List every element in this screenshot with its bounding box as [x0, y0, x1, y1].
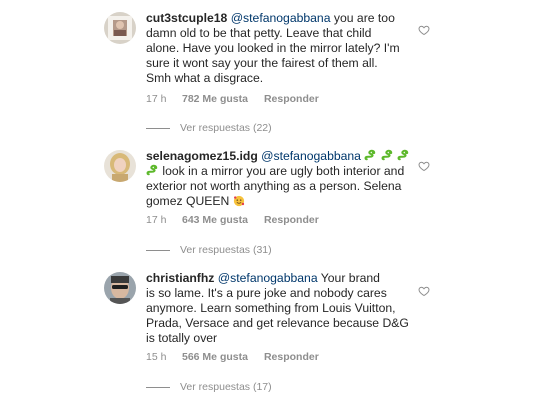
avatar[interactable] [104, 272, 136, 304]
sunglasses-portrait-photo-icon [104, 272, 136, 304]
comment-body: alone. Have you looked in the mirror lat… [146, 41, 400, 55]
snake-emoji-icon [146, 164, 158, 176]
view-replies-button[interactable]: Ver respuestas (22) [146, 121, 272, 135]
timestamp: 17 h [146, 214, 167, 226]
comment-meta: 17 h 643 Me gusta Responder [146, 213, 319, 227]
heart-icon[interactable] [418, 285, 430, 297]
view-replies-button[interactable]: Ver respuestas (31) [146, 243, 272, 257]
reply-button[interactable]: Responder [264, 213, 319, 227]
snake-emoji-icon [364, 149, 376, 161]
comment-meta: 17 h 782 Me gusta Responder [146, 92, 319, 106]
smiling-face-hearts-emoji-icon [233, 195, 244, 207]
portrait-photo-icon [104, 12, 136, 44]
comment-body: Your brand [317, 271, 380, 285]
comment-body: damn old to be that petty. Leave that ch… [146, 26, 372, 40]
reply-button[interactable]: Responder [264, 350, 319, 364]
comment-text: cut3stcuple18 @stefanogabbana you are to… [146, 11, 408, 86]
divider-dash [146, 249, 170, 251]
comment-body: is so lame. It's a pure joke and nobody … [146, 286, 387, 300]
comment-body: Prada, Versace and get relevance because… [146, 316, 409, 330]
timestamp: 17 h [146, 93, 167, 105]
username[interactable]: christianfhz [146, 271, 214, 285]
comment-body: anymore. Learn something from Louis Vuit… [146, 301, 396, 315]
view-replies-button[interactable]: Ver respuestas (17) [146, 380, 272, 394]
view-replies-label: Ver respuestas (22) [180, 122, 272, 134]
mention-link[interactable]: @stefanogabbana [231, 11, 331, 25]
mention-link[interactable]: @stefanogabbana [218, 271, 318, 285]
comment-body: sure it wont say your the fairest of the… [146, 56, 378, 70]
divider-dash [146, 127, 170, 129]
timestamp: 15 h [146, 351, 167, 363]
blonde-portrait-photo-icon [104, 150, 136, 182]
comment-body: exterior not worth anything as a person.… [146, 179, 402, 193]
mention-link[interactable]: @stefanogabbana [261, 149, 361, 163]
username[interactable]: selenagomez15.idg [146, 149, 258, 163]
reply-button[interactable]: Responder [264, 92, 319, 106]
avatar[interactable] [104, 150, 136, 182]
comment-body: Smh what a disgrace. [146, 71, 264, 85]
divider-dash [146, 386, 170, 388]
snake-emoji-icon [381, 149, 392, 161]
username[interactable]: cut3stcuple18 [146, 11, 227, 25]
view-replies-label: Ver respuestas (17) [180, 381, 272, 393]
like-count[interactable]: 566 Me gusta [182, 350, 248, 364]
heart-icon[interactable] [418, 160, 430, 172]
view-replies-label: Ver respuestas (31) [180, 244, 272, 256]
comment-text: selenagomez15.idg @stefanogabbana look i… [146, 149, 409, 209]
like-count[interactable]: 643 Me gusta [182, 213, 248, 227]
heart-icon[interactable] [418, 24, 430, 36]
snake-emoji-icon [397, 149, 409, 161]
comment-text: christianfhz @stefanogabbana Your brand … [146, 271, 409, 346]
like-count[interactable]: 782 Me gusta [182, 92, 248, 106]
comment-body: you are too [330, 11, 395, 25]
comment-body: is totally over [146, 331, 218, 345]
comment-meta: 15 h 566 Me gusta Responder [146, 350, 319, 364]
comment-body: look in a mirror you are ugly both inter… [159, 164, 405, 178]
comment-body: gomez QUEEN [146, 194, 233, 208]
avatar[interactable] [104, 12, 136, 44]
